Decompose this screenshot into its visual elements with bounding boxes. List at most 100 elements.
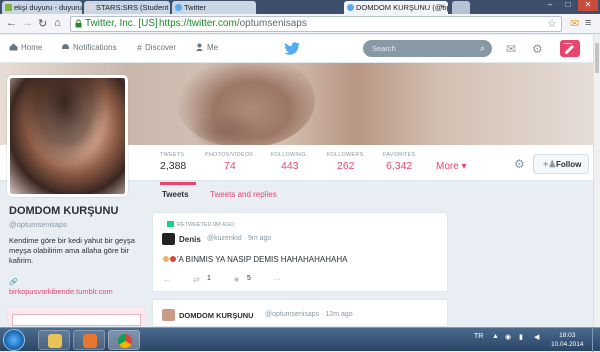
ev-certificate-label: Twitter, Inc. [US] xyxy=(85,18,158,29)
windows-taskbar: TR ▲ ◉ ▮ ◀ 18:03 10.04.2014 xyxy=(0,327,600,352)
retweet-action-icon[interactable]: ⇄ xyxy=(193,275,200,284)
nav-notifications[interactable]: Notifications xyxy=(61,43,117,52)
settings-icon[interactable]: ⚙ xyxy=(532,42,543,56)
system-clock[interactable]: 18:03 10.04.2014 xyxy=(551,331,584,349)
search-placeholder: Search xyxy=(372,44,396,53)
taskbar-explorer[interactable] xyxy=(38,330,70,350)
url-host: https://twitter.com xyxy=(159,18,237,29)
address-bar[interactable]: Twitter, Inc. [US] https://twitter.com/o… xyxy=(70,16,562,32)
network-icon[interactable]: ▮ xyxy=(519,333,523,341)
home-page-icon[interactable]: ⌂ xyxy=(54,17,61,29)
stat-label: FOLLOWING xyxy=(271,152,306,158)
tab-tweets[interactable]: Tweets xyxy=(162,190,189,199)
stat-photos-videos[interactable]: PHOTOS/VIDEOS 74 xyxy=(205,152,253,172)
new-tab-button[interactable] xyxy=(452,1,470,14)
back-icon[interactable]: ← xyxy=(6,17,17,29)
twitter-bird-icon[interactable] xyxy=(284,42,300,55)
stat-followers[interactable]: FOLLOWERS 262 xyxy=(327,152,363,172)
profile-link[interactable]: 🔗 birkopusvarkibende.tumblr.com xyxy=(9,278,113,296)
twitter-top-nav: Home Notifications # Discover Me Search ⌕ … xyxy=(0,35,593,63)
stat-value: 6,342 xyxy=(386,160,413,172)
reload-icon[interactable]: ↻ xyxy=(38,17,47,30)
nav-discover[interactable]: # Discover xyxy=(137,43,176,53)
browser-tab[interactable]: Twitter xyxy=(172,1,256,14)
stat-following[interactable]: FOLLOWING 443 xyxy=(271,152,306,172)
tweet-author-name[interactable]: Denis xyxy=(179,235,201,244)
stat-favorites[interactable]: FAVORITES 6,342 xyxy=(383,152,415,172)
search-input[interactable]: Search ⌕ xyxy=(363,40,492,57)
taskbar-media-player[interactable] xyxy=(73,330,105,350)
page-scrollbar[interactable] xyxy=(593,35,600,327)
retweet-count: 1 xyxy=(207,275,211,282)
tab-label: STARS:SRS (Student Revi xyxy=(96,3,170,12)
nav-notifications-label: Notifications xyxy=(73,43,117,52)
browser-tab-strip: ekşi duyuru - duyurulanmı STARS:SRS (Stu… xyxy=(0,0,600,14)
forward-icon[interactable]: → xyxy=(22,17,33,29)
clock-date: 10.04.2014 xyxy=(551,341,584,348)
tweet-author-avatar[interactable] xyxy=(162,233,175,245)
tweet-author-handle[interactable]: @kuzenkid · 9m ago xyxy=(207,235,271,242)
compose-tweet-button[interactable] xyxy=(560,40,580,57)
volume-icon[interactable]: ◀ xyxy=(534,333,539,341)
tray-expand-icon[interactable]: ▲ xyxy=(492,333,499,340)
twitter-favicon-icon xyxy=(175,4,182,11)
stat-tweets[interactable]: TWEETS 2,388 xyxy=(160,152,197,185)
nav-me[interactable]: Me xyxy=(195,43,218,52)
browser-tab[interactable]: STARS:SRS (Student Revi xyxy=(84,1,170,14)
extension-icon[interactable]: ✉ xyxy=(570,17,579,30)
show-desktop-button[interactable] xyxy=(592,328,600,352)
bookmark-star-icon[interactable]: ☆ xyxy=(547,17,557,31)
profile-name: DOMDOM KURŞUNU xyxy=(9,205,119,217)
minimize-button[interactable]: – xyxy=(542,0,558,11)
stat-label: TWEETS xyxy=(160,152,185,158)
profile-handle[interactable]: @optumsenisaps xyxy=(9,220,67,229)
taskbar-chrome[interactable] xyxy=(108,330,140,350)
tweet-author-avatar[interactable] xyxy=(162,309,175,321)
chrome-icon xyxy=(118,334,132,348)
tweet-author-name[interactable]: DOMDOM KURŞUNU xyxy=(179,311,254,320)
nav-home[interactable]: Home xyxy=(9,43,42,52)
stat-label: FAVORITES xyxy=(383,152,416,158)
tweet-text-content: 'A BINMIS YA NASIP DEMIS HAHAHAHAHAHA xyxy=(177,255,348,264)
tab-label: DOMDOM KURŞUNU (@op xyxy=(356,3,448,12)
retweet-note-text: RETWEETED 9M AGO xyxy=(177,222,235,228)
tray-app-icon[interactable]: ◉ xyxy=(505,333,511,341)
discover-icon: # xyxy=(137,43,143,53)
browser-toolbar: ← → ↻ ⌂ Twitter, Inc. [US] https://twitt… xyxy=(0,14,600,34)
reply-icon[interactable]: ← xyxy=(163,275,171,284)
tab-favicon-icon xyxy=(87,4,94,11)
tweet-handle-text: @kuzenkid xyxy=(207,235,242,242)
close-tab-icon[interactable]: × xyxy=(440,2,445,11)
close-window-button[interactable]: ✕ xyxy=(578,0,598,11)
more-actions-icon[interactable]: ··· xyxy=(273,275,281,284)
clock-time: 18:03 xyxy=(559,332,576,339)
browser-tab-active[interactable]: DOMDOM KURŞUNU (@op × xyxy=(344,1,448,14)
browser-tab[interactable]: ekşi duyuru - duyurulanmı xyxy=(2,1,82,14)
stat-value: 262 xyxy=(337,160,355,172)
tab-tweets-and-replies[interactable]: Tweets and replies xyxy=(210,190,277,199)
language-indicator[interactable]: TR xyxy=(474,333,483,340)
start-button[interactable] xyxy=(3,329,25,351)
emoji-animal-icon xyxy=(170,256,176,262)
avatar-photo xyxy=(10,78,125,194)
header-photo-shadow xyxy=(190,111,260,145)
follow-label: Follow xyxy=(556,160,582,169)
avatar[interactable] xyxy=(7,75,128,197)
profile-settings-icon[interactable]: ⚙ xyxy=(514,157,525,171)
left-sidebar-input[interactable] xyxy=(12,314,141,326)
tweet-text: 'A BINMIS YA NASIP DEMIS HAHAHAHAHAHA xyxy=(163,255,347,264)
tweet-card[interactable]: DOMDOM KURŞUNU @optumsenisaps · 12m ago xyxy=(152,299,448,327)
follow-button[interactable]: +♟ Follow xyxy=(533,154,589,174)
favorite-icon[interactable]: ★ xyxy=(233,275,240,284)
profile-link-text[interactable]: birkopusvarkibende.tumblr.com xyxy=(9,287,113,296)
menu-icon[interactable]: ≡ xyxy=(585,17,591,29)
tweet-card[interactable]: RETWEETED 9M AGO Denis @kuzenkid · 9m ag… xyxy=(152,212,448,292)
tweet-author-handle[interactable]: @optumsenisaps · 12m ago xyxy=(265,311,353,318)
messages-icon[interactable]: ✉ xyxy=(506,42,516,56)
search-icon[interactable]: ⌕ xyxy=(480,43,485,54)
tweet-time[interactable]: · 9m ago xyxy=(244,235,272,242)
scrollbar-thumb[interactable] xyxy=(595,43,599,73)
more-dropdown[interactable]: More ▾ xyxy=(436,161,467,172)
twitter-favicon-icon xyxy=(347,4,354,11)
maximize-button[interactable]: □ xyxy=(560,0,576,11)
